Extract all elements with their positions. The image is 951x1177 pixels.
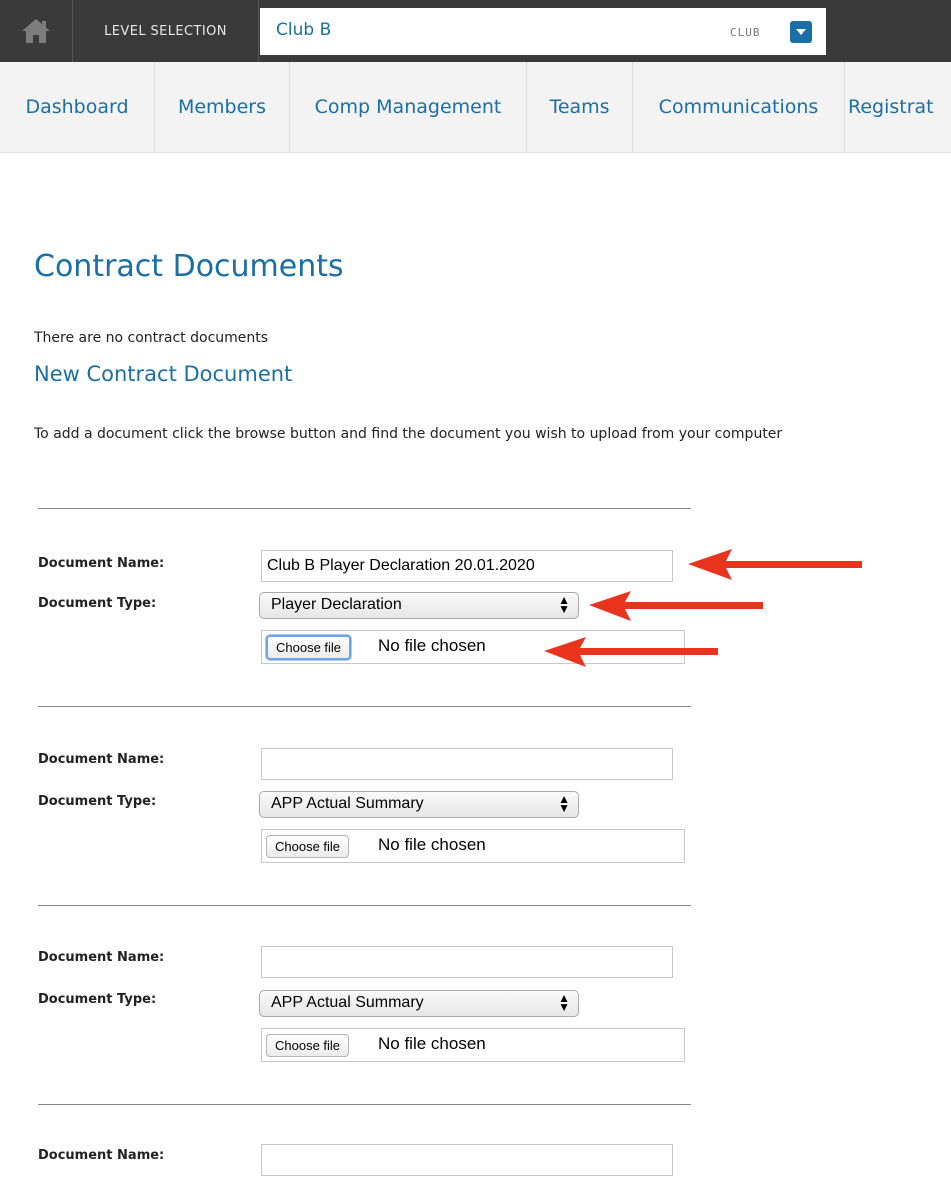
level-select[interactable]: Club B CLUB <box>260 8 826 55</box>
choose-file-button[interactable]: Choose file <box>266 1034 350 1057</box>
document-name-label: Document Name: <box>38 752 165 767</box>
annotation-arrow-icon <box>688 549 862 580</box>
file-status: No file chosen <box>378 1034 486 1053</box>
row-divider <box>38 905 691 906</box>
nav-members[interactable]: Members <box>155 62 290 152</box>
annotation-arrow-icon <box>589 591 763 621</box>
document-type-label: Document Type: <box>38 794 157 809</box>
row-divider <box>38 1104 691 1105</box>
document-name-input[interactable] <box>261 946 673 978</box>
file-upload-field: Choose file No file chosen <box>261 1028 685 1062</box>
document-name-label: Document Name: <box>38 950 165 965</box>
select-arrows-icon: ▲ ▼ <box>558 792 570 815</box>
file-status: No file chosen <box>378 835 486 854</box>
document-name-label: Document Name: <box>38 1148 165 1163</box>
document-name-input[interactable] <box>261 1144 673 1176</box>
empty-message: There are no contract documents <box>34 330 269 346</box>
nav-communications[interactable]: Communications <box>633 62 845 152</box>
level-dropdown-button[interactable] <box>790 21 812 43</box>
nav-comp-management[interactable]: Comp Management <box>290 62 527 152</box>
document-type-value: APP Actual Summary <box>271 795 424 812</box>
document-type-value: Player Declaration <box>271 596 402 613</box>
page-title: Contract Documents <box>34 249 344 284</box>
level-type-label: CLUB <box>730 26 761 39</box>
main-nav: Dashboard Members Comp Management Teams … <box>0 62 951 153</box>
home-icon <box>22 19 50 43</box>
document-name-label: Document Name: <box>38 556 165 571</box>
section-title: New Contract Document <box>34 362 293 386</box>
annotation-arrow-icon <box>544 637 718 667</box>
upload-instruction: To add a document click the browse butto… <box>34 426 783 442</box>
annotation-arrow-shape <box>589 591 763 621</box>
chevron-down-icon <box>796 29 806 35</box>
level-select-value: Club B <box>276 20 332 40</box>
document-type-label: Document Type: <box>38 596 157 611</box>
document-type-select[interactable]: Player Declaration ▲ ▼ <box>259 592 579 619</box>
document-type-label: Document Type: <box>38 992 157 1007</box>
row-divider <box>38 508 691 509</box>
nav-registration[interactable]: Registrat <box>845 62 951 152</box>
document-type-value: APP Actual Summary <box>271 994 424 1011</box>
document-name-input[interactable] <box>261 748 673 780</box>
annotation-arrow-shape <box>688 549 862 580</box>
nav-dashboard[interactable]: Dashboard <box>0 62 155 152</box>
document-type-select[interactable]: APP Actual Summary ▲ ▼ <box>259 990 579 1017</box>
nav-teams[interactable]: Teams <box>527 62 633 152</box>
select-arrows-icon: ▲ ▼ <box>558 991 570 1014</box>
document-name-input[interactable] <box>261 550 673 582</box>
top-bar: LEVEL SELECTION Club B CLUB <box>0 0 951 62</box>
home-button[interactable] <box>0 0 73 62</box>
document-type-select[interactable]: APP Actual Summary ▲ ▼ <box>259 791 579 818</box>
file-upload-field: Choose file No file chosen <box>261 829 685 863</box>
annotation-arrow-shape <box>544 637 718 667</box>
select-arrows-icon: ▲ ▼ <box>558 593 570 616</box>
choose-file-button[interactable]: Choose file <box>266 635 352 660</box>
level-selection-label: LEVEL SELECTION <box>73 0 259 62</box>
row-divider <box>38 706 691 707</box>
file-status: No file chosen <box>378 636 486 655</box>
choose-file-button[interactable]: Choose file <box>266 835 350 858</box>
